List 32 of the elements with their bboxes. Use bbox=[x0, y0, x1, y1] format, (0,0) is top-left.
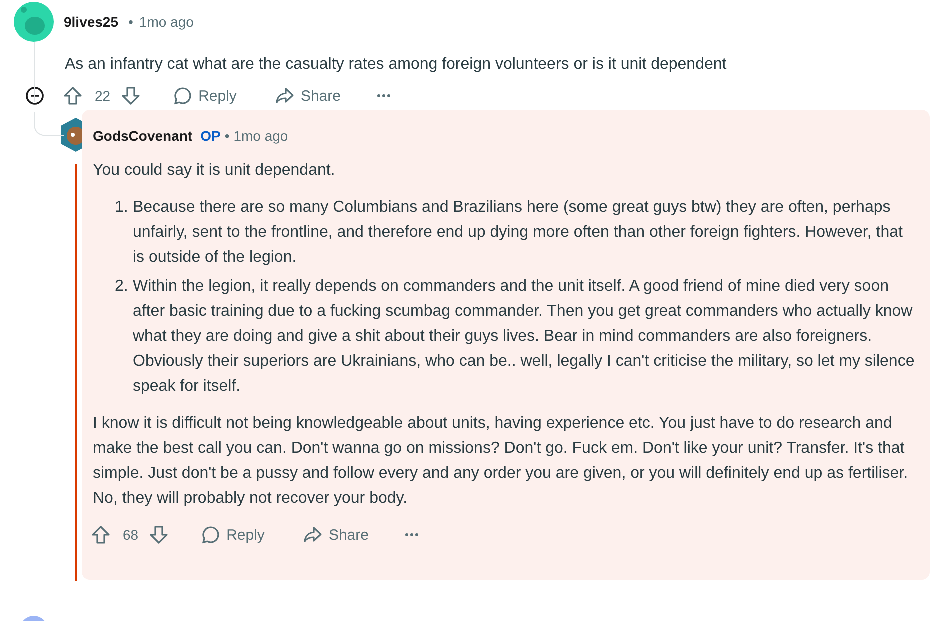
op-label: OP bbox=[200, 128, 221, 144]
avatar-icon bbox=[14, 2, 54, 42]
vote-count: 68 bbox=[123, 527, 139, 543]
more-icon bbox=[376, 94, 391, 98]
downvote-icon bbox=[120, 86, 141, 106]
share-button[interactable]: Share bbox=[294, 521, 377, 549]
upvote-icon bbox=[63, 86, 83, 106]
share-icon bbox=[274, 86, 295, 106]
share-icon bbox=[302, 525, 323, 545]
comment-icon bbox=[172, 86, 193, 106]
comment-text: As an infantry cat what are the casualty rates among foreign volunteers or is it unit dependent bbox=[65, 55, 727, 75]
list-item: Within the legion, it really depends on commanders and the unit itself. A good friend of mine died very soon after basic training due to a fucking scumbag commander. Then you get great commanders who actually know what they are doing and give a shit about their guys lives. Bear in mind commanders are also foreigners. Obviously their superiors are Ukrainians, who can be.. well, legally I can't criticise the military, so let my silence speak for itself. bbox=[133, 277, 916, 397]
timestamp: 1mo ago bbox=[234, 128, 288, 144]
more-icon bbox=[404, 533, 419, 537]
username[interactable]: 9lives25 bbox=[64, 14, 118, 30]
list-number: 1. bbox=[115, 198, 130, 218]
share-button[interactable]: Share bbox=[266, 82, 349, 110]
list-item: Because there are so many Columbians and Brazilians here (some great guys btw) they are often, perhaps unfairly, sent to the frontline, and therefore end up dying more often than other foreign fighters. However, that is outside of the legion. bbox=[133, 198, 904, 268]
separator-dot: • bbox=[224, 128, 230, 144]
separator-dot: • bbox=[128, 14, 134, 30]
reply-button[interactable]: Reply bbox=[192, 521, 273, 549]
comment-icon bbox=[200, 525, 221, 545]
vote-count: 22 bbox=[95, 88, 111, 104]
collapse-icon[interactable] bbox=[25, 86, 45, 106]
reply-button[interactable]: Reply bbox=[164, 82, 245, 110]
upvote-icon bbox=[91, 525, 111, 545]
timestamp: 1mo ago bbox=[139, 14, 194, 30]
comment-text: You could say it is unit dependant. bbox=[93, 161, 336, 181]
comment-text: I know it is difficult not being knowledgeable about units, having experience etc. You just have to do research and make the best call you can. Don't wanna go on missions? Don't go. Fuck em. Don't like your unit? Transfer. It's that simple. Just don't be a pussy and follow every and any order you are given, or you will definitely end up as fertiliser. No, they will probably not recover your body. bbox=[93, 414, 910, 509]
username[interactable]: GodsCovenant bbox=[93, 128, 193, 144]
list-number: 2. bbox=[115, 277, 130, 297]
downvote-icon bbox=[148, 525, 169, 545]
